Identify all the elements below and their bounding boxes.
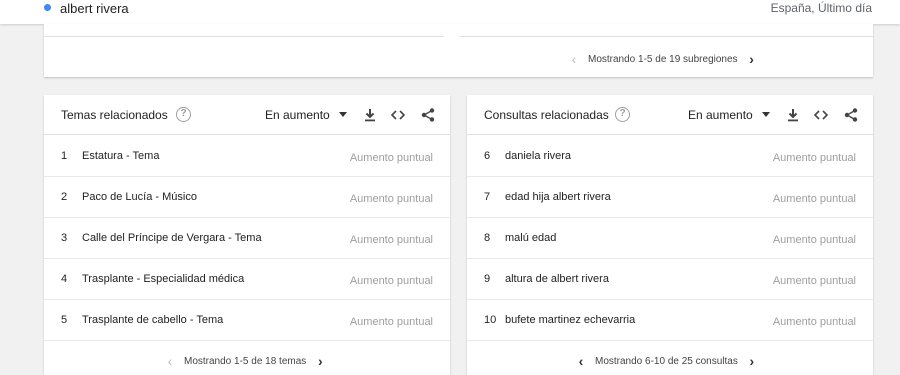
row-rank: 6 xyxy=(484,150,491,162)
queries-pager-text: Mostrando 6-10 de 25 consultas xyxy=(595,355,738,367)
row-label[interactable]: bufete martinez echevarria xyxy=(505,314,635,326)
row-value: Aumento puntual xyxy=(349,275,433,287)
topic-row[interactable]: 4 Trasplante - Especialidad médica Aumen… xyxy=(44,259,450,300)
help-circle-icon[interactable]: ? xyxy=(615,107,630,122)
panel-title: Consultas relacionadas xyxy=(484,108,609,122)
query-row[interactable]: 7 edad hija albert rivera Aumento puntua… xyxy=(467,177,873,218)
topic-row[interactable]: 5 Trasplante de cabello - Tema Aumento p… xyxy=(44,300,450,341)
chevron-right-icon[interactable]: › xyxy=(744,52,760,66)
help-circle-icon[interactable]: ? xyxy=(176,107,191,122)
related-queries-panel: Consultas relacionadas ? En aumento 6 da… xyxy=(467,95,873,375)
row-rank: 1 xyxy=(61,150,68,162)
topics-pager-text: Mostrando 1-5 de 18 temas xyxy=(184,355,307,367)
chevron-left-icon[interactable]: ‹ xyxy=(162,354,178,368)
row-rank: 9 xyxy=(484,273,491,285)
panel-header: Consultas relacionadas ? En aumento xyxy=(467,95,873,135)
row-rank: 4 xyxy=(61,273,68,285)
row-label[interactable]: Paco de Lucía - Músico xyxy=(82,191,197,203)
row-label[interactable]: Trasplante - Especialidad médica xyxy=(82,273,244,285)
topics-pager: ‹ Mostrando 1-5 de 18 temas › xyxy=(162,354,328,368)
chevron-left-icon[interactable]: ‹ xyxy=(566,52,582,66)
chevron-right-icon[interactable]: › xyxy=(744,354,760,368)
row-value: Aumento puntual xyxy=(349,234,433,246)
row-value: Aumento puntual xyxy=(772,193,856,205)
row-label[interactable]: Calle del Príncipe de Vergara - Tema xyxy=(82,232,262,244)
topic-row[interactable]: 2 Paco de Lucía - Músico Aumento puntual xyxy=(44,177,450,218)
embed-code-icon[interactable] xyxy=(813,107,829,123)
query-row[interactable]: 10 bufete martinez echevarria Aumento pu… xyxy=(467,300,873,341)
search-term-bar: albert rivera España, Último día xyxy=(0,0,900,24)
filter-dropdown[interactable]: En aumento xyxy=(688,108,753,122)
row-label[interactable]: edad hija albert rivera xyxy=(505,191,611,203)
divider xyxy=(44,36,444,37)
row-value: Aumento puntual xyxy=(349,193,433,205)
subregion-pager: ‹ Mostrando 1-5 de 19 subregiones › xyxy=(566,52,760,66)
row-rank: 2 xyxy=(61,191,68,203)
subregion-pager-text: Mostrando 1-5 de 19 subregiones xyxy=(588,53,738,65)
row-label[interactable]: altura de albert rivera xyxy=(505,273,609,285)
row-label[interactable]: malú edad xyxy=(505,232,556,244)
download-icon[interactable] xyxy=(362,107,378,123)
row-value: Aumento puntual xyxy=(772,316,856,328)
row-value: Aumento puntual xyxy=(772,234,856,246)
panel-header: Temas relacionados ? En aumento xyxy=(44,95,450,135)
chevron-down-icon[interactable] xyxy=(762,112,770,117)
query-row[interactable]: 8 malú edad Aumento puntual xyxy=(467,218,873,259)
term-color-dot xyxy=(44,4,51,11)
panel-title: Temas relacionados xyxy=(61,108,168,122)
subregion-card: ‹ Mostrando 1-5 de 19 subregiones › xyxy=(44,24,873,77)
filter-dropdown[interactable]: En aumento xyxy=(265,108,330,122)
share-icon[interactable] xyxy=(420,107,436,123)
query-row[interactable]: 6 daniela rivera Aumento puntual xyxy=(467,136,873,177)
row-rank: 7 xyxy=(484,191,491,203)
row-rank: 3 xyxy=(61,232,68,244)
row-rank: 5 xyxy=(61,314,68,326)
chevron-left-icon[interactable]: ‹ xyxy=(573,354,589,368)
share-icon[interactable] xyxy=(843,107,859,123)
download-icon[interactable] xyxy=(785,107,801,123)
chevron-right-icon[interactable]: › xyxy=(312,354,328,368)
row-value: Aumento puntual xyxy=(772,152,856,164)
row-rank: 8 xyxy=(484,232,491,244)
row-rank: 10 xyxy=(484,314,497,326)
row-value: Aumento puntual xyxy=(349,152,433,164)
topic-row[interactable]: 3 Calle del Príncipe de Vergara - Tema A… xyxy=(44,218,450,259)
row-value: Aumento puntual xyxy=(349,316,433,328)
related-topics-panel: Temas relacionados ? En aumento 1 Estatu… xyxy=(44,95,450,375)
chevron-down-icon[interactable] xyxy=(339,112,347,117)
row-value: Aumento puntual xyxy=(772,275,856,287)
embed-code-icon[interactable] xyxy=(390,107,406,123)
topic-row[interactable]: 1 Estatura - Tema Aumento puntual xyxy=(44,136,450,177)
region-timeframe-label[interactable]: España, Último día xyxy=(771,1,872,15)
row-label[interactable]: daniela rivera xyxy=(505,150,571,162)
query-row[interactable]: 9 altura de albert rivera Aumento puntua… xyxy=(467,259,873,300)
queries-pager: ‹ Mostrando 6-10 de 25 consultas › xyxy=(573,354,760,368)
divider xyxy=(459,36,873,37)
row-label[interactable]: Trasplante de cabello - Tema xyxy=(82,314,223,326)
search-term-label[interactable]: albert rivera xyxy=(60,1,129,16)
row-label[interactable]: Estatura - Tema xyxy=(82,150,159,162)
